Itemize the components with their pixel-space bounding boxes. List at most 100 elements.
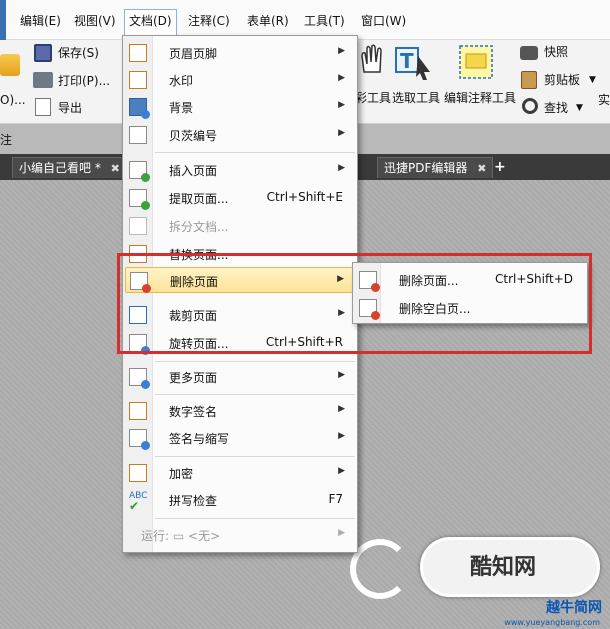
menu-separator [155,394,355,395]
menu-item-more-pages[interactable]: 更多页面 ▶ [125,364,355,390]
menu-separator [155,152,355,153]
menu-item-header-footer[interactable]: 页眉页脚 ▶ [125,40,355,66]
watermark: 酷知网 越牛简网 www.yueyangbang.com [340,529,610,629]
camera-icon[interactable] [520,46,538,60]
annotation-highlight-box [117,253,592,354]
find-button[interactable]: 查找 [544,100,568,116]
sign-initials-icon [129,429,150,450]
print-icon[interactable] [33,72,53,88]
add-tab-icon[interactable]: + [494,157,506,178]
extract-page-icon [129,189,150,210]
submenu-arrow-icon: ▶ [338,163,345,173]
menu-item-label: 签名与缩写 [169,432,230,446]
menu-item-label: 数字签名 [169,405,218,419]
menu-edit[interactable]: 编辑(E) [16,10,65,32]
hand-tool-icon[interactable] [352,42,392,82]
menu-item-extract-pages[interactable]: 提取页面... Ctrl+Shift+E [125,185,355,211]
submenu-arrow-icon: ▶ [338,370,345,380]
menu-separator [155,518,355,519]
watermark-brand: 酷知网 [470,555,537,580]
watermark-url: www.yueyangbang.com [504,618,600,627]
edit-annot-label[interactable]: 编辑注释工具 [444,90,516,106]
submenu-arrow-icon: ▶ [338,128,345,138]
clipboard-icon[interactable] [521,71,537,89]
tab-label: 小编自己看吧 * [19,161,101,175]
menu-view[interactable]: 视图(V) [70,10,120,32]
tab-app[interactable]: 迅捷PDF编辑器 ✖ [377,157,494,178]
submenu-arrow-icon: ▶ [338,46,345,56]
app-edge [0,0,6,40]
insert-page-icon [129,161,150,182]
hand-tool-label[interactable]: 彩工具 [355,90,391,106]
menu-item-label: 水印 [169,74,194,88]
shortcut-label: Ctrl+Shift+E [266,190,343,204]
menu-item-run: 运行: ▭ <无> ▶ [125,522,355,548]
save-button[interactable]: 保存(S) [58,45,99,61]
menu-item-label: 插入页面 [169,164,218,178]
menu-item-label: 运行: ▭ <无> [141,529,221,543]
menu-item-label: 页眉页脚 [169,47,218,61]
bates-number-icon [129,126,147,144]
export-icon[interactable] [35,98,51,116]
menu-separator [155,456,355,457]
menu-item-digital-signature[interactable]: 数字签名 ▶ [125,398,355,424]
close-icon[interactable]: ✖ [111,162,120,175]
lock-icon [129,464,147,482]
menu-item-label: 提取页面... [169,192,229,206]
select-tool-label[interactable]: 选取工具 [392,90,440,106]
export-button[interactable]: 导出 [58,100,82,116]
open-label[interactable]: O)... [0,92,26,108]
menu-item-label: 拆分文档... [169,220,229,234]
clipboard-button[interactable]: 剪贴板 [544,72,580,88]
menu-item-watermark[interactable]: 水印 ▶ [125,67,355,93]
menu-item-split-document: 拆分文档... [125,213,355,239]
submenu-arrow-icon: ▶ [338,100,345,110]
tab-current-doc[interactable]: 小编自己看吧 * ✖ [12,157,127,178]
background-icon [129,98,150,119]
menu-comment[interactable]: 注释(C) [184,10,234,32]
menu-item-label: 拼写检查 [169,494,218,508]
digital-signature-icon [129,402,147,420]
more-pages-icon [129,368,150,389]
watermark-site-name: 越牛简网 [546,600,602,616]
shortcut-label: F7 [328,492,343,506]
ribbon-group-label: 注 [0,133,13,147]
menu-bar: 编辑(E) 视图(V) 文档(D) 注释(C) 表单(R) 工具(T) 窗口(W… [0,0,610,40]
submenu-arrow-icon: ▶ [338,404,345,414]
menu-item-spell-check[interactable]: ABC ✔ 拼写检查 F7 [125,487,355,513]
ribbon-far-right-label[interactable]: 实 [598,92,610,108]
save-icon[interactable] [34,44,52,62]
menu-document[interactable]: 文档(D) [124,9,177,37]
find-icon[interactable] [522,98,538,114]
svg-text:T: T [400,49,414,73]
menu-window[interactable]: 窗口(W) [357,10,410,32]
split-document-icon [129,217,147,235]
select-text-icon[interactable]: T [394,42,434,82]
submenu-arrow-icon: ▶ [338,528,345,538]
close-icon[interactable]: ✖ [477,162,486,175]
menu-item-background[interactable]: 背景 ▶ [125,94,355,120]
snapshot-button[interactable]: 快照 [544,44,568,60]
menu-item-bates-numbering[interactable]: 贝茨编号 ▶ [125,122,355,148]
submenu-arrow-icon: ▶ [338,73,345,83]
menu-item-label: 加密 [169,467,194,481]
menu-item-encrypt[interactable]: 加密 ▶ [125,460,355,486]
print-button[interactable]: 打印(P)... [58,73,110,89]
chevron-down-icon[interactable]: ▼ [576,100,583,116]
menu-item-insert-pages[interactable]: 插入页面 ▶ [125,157,355,183]
submenu-arrow-icon: ▶ [338,466,345,476]
menu-tools[interactable]: 工具(T) [300,10,349,32]
edit-annotation-icon[interactable] [456,42,496,82]
menu-item-label: 背景 [169,101,194,115]
menu-form[interactable]: 表单(R) [243,10,293,32]
open-folder-icon[interactable] [0,54,20,76]
menu-separator [155,361,355,362]
watermark-logo-icon [350,539,410,599]
spell-check-icon: ABC ✔ [129,491,148,513]
tab-label: 迅捷PDF编辑器 [384,161,468,175]
watermark-icon [129,71,147,89]
menu-item-sign-initials[interactable]: 签名与缩写 ▶ [125,425,355,451]
submenu-arrow-icon: ▶ [338,431,345,441]
menu-item-label: 贝茨编号 [169,129,218,143]
chevron-down-icon[interactable]: ▼ [589,72,596,88]
